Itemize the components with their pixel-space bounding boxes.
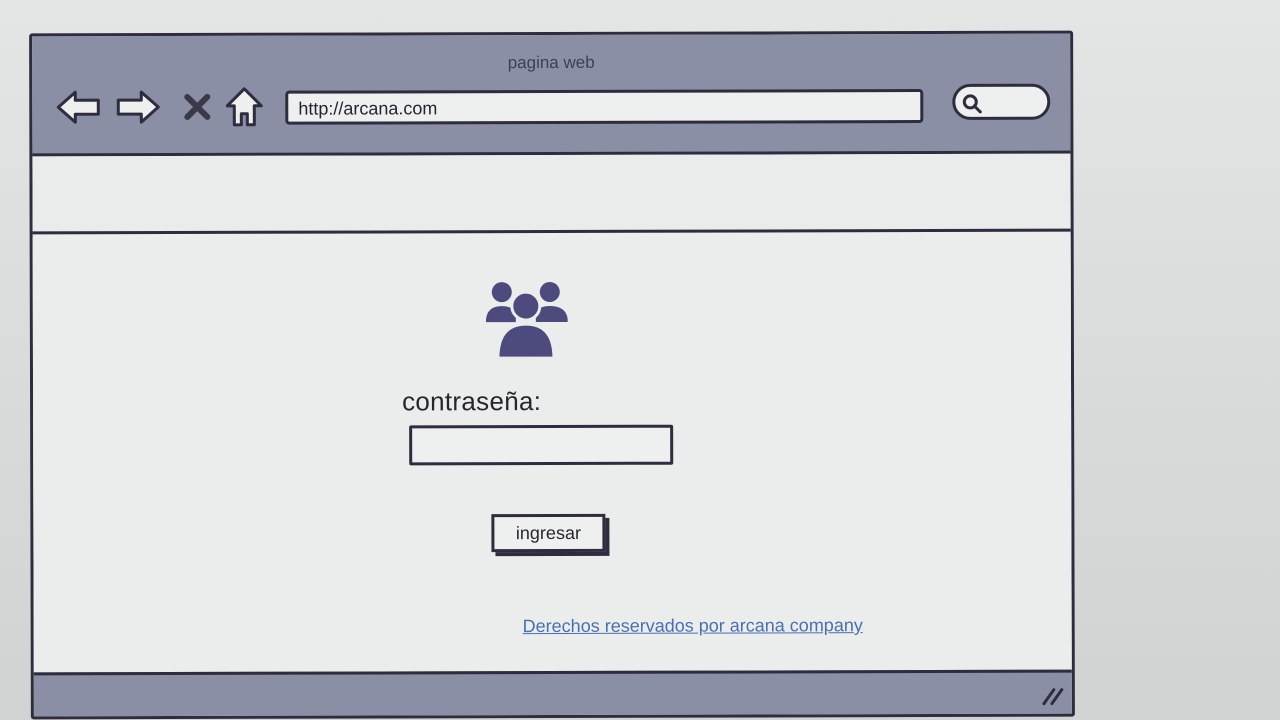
home-icon bbox=[225, 87, 263, 127]
resize-grip-icon[interactable] bbox=[1040, 686, 1064, 706]
password-label: contraseña: bbox=[402, 386, 542, 417]
copyright-link[interactable]: Derechos reservados por arcana company bbox=[523, 615, 863, 637]
search-icon bbox=[962, 94, 982, 114]
close-icon bbox=[184, 93, 211, 120]
login-button[interactable]: ingresar bbox=[491, 513, 606, 553]
back-button[interactable] bbox=[54, 86, 102, 128]
browser-chrome: pagina web http://arcana.com bbox=[32, 33, 1071, 157]
arrow-right-icon bbox=[116, 90, 160, 124]
address-bar[interactable]: http://arcana.com bbox=[285, 89, 924, 125]
page-content: contraseña: ingresar Derechos reservados… bbox=[32, 234, 1072, 676]
users-icon bbox=[485, 282, 568, 359]
search-input[interactable] bbox=[952, 83, 1051, 120]
status-bar bbox=[33, 669, 1072, 717]
toolbar-area bbox=[32, 153, 1071, 235]
home-button[interactable] bbox=[222, 86, 266, 128]
forward-button[interactable] bbox=[114, 86, 162, 128]
window-title: pagina web bbox=[507, 52, 595, 73]
browser-window: pagina web http://arcana.com contraseña:… bbox=[29, 30, 1075, 720]
arrow-left-icon bbox=[56, 90, 100, 124]
password-field[interactable] bbox=[409, 424, 674, 466]
stop-button[interactable] bbox=[180, 86, 214, 128]
